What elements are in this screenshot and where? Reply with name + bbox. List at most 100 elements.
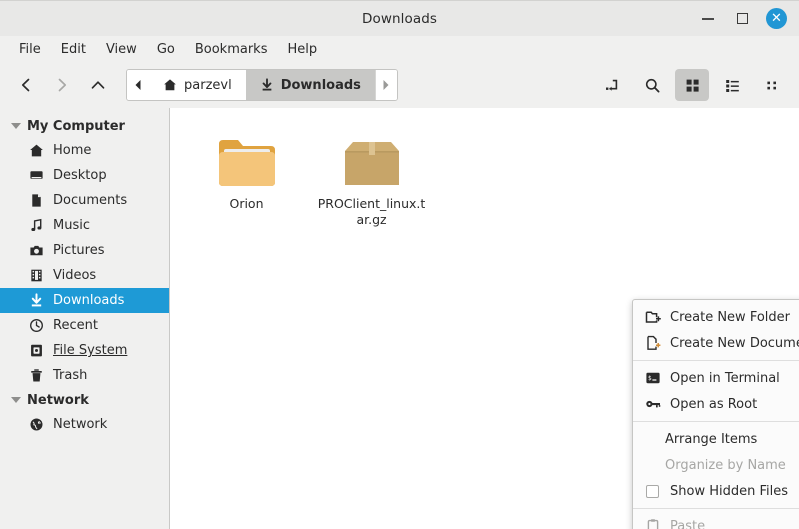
file-manager-window: Downloads ✕ File Edit View Go Bookmarks … xyxy=(0,0,799,529)
context-menu: Create New Folder Create New Document xyxy=(632,299,799,529)
menu-view[interactable]: View xyxy=(97,39,146,60)
menu-go[interactable]: Go xyxy=(148,39,184,60)
breadcrumb: parzevl Downloads xyxy=(126,69,398,101)
context-menu-label-open-in-terminal: Open in Terminal xyxy=(670,370,780,386)
new-document-icon xyxy=(644,335,661,352)
compact-view-button[interactable] xyxy=(755,69,789,101)
icon-grid: Orion PROClient_linux.tar.gz xyxy=(184,122,799,235)
sidebar-item-file-system[interactable]: File System xyxy=(0,338,169,363)
camera-icon xyxy=(28,243,44,259)
sidebar-item-documents[interactable]: Documents xyxy=(0,188,169,213)
menu-help[interactable]: Help xyxy=(278,39,326,60)
archive-box-icon xyxy=(340,126,404,190)
context-menu-item-open-as-root[interactable]: Open as Root xyxy=(633,391,799,417)
home-icon xyxy=(28,143,44,159)
chevron-down-icon xyxy=(11,397,21,403)
minimize-button[interactable] xyxy=(698,9,718,29)
context-menu-separator xyxy=(633,360,799,361)
search-button[interactable] xyxy=(635,69,669,101)
sidebar-group-my-computer[interactable]: My Computer xyxy=(0,114,169,138)
context-menu-separator xyxy=(633,421,799,422)
context-menu-item-show-hidden-files[interactable]: Show Hidden Files xyxy=(633,478,799,504)
context-menu-item-open-in-terminal[interactable]: $ Open in Terminal xyxy=(633,365,799,391)
sidebar-item-network[interactable]: Network xyxy=(0,412,169,437)
up-button[interactable] xyxy=(80,69,116,101)
download-icon xyxy=(262,78,272,91)
context-menu-item-create-new-document[interactable]: Create New Document xyxy=(633,330,799,356)
icon-view-button[interactable] xyxy=(675,69,709,101)
file-item-orion[interactable]: Orion xyxy=(184,122,309,235)
breadcrumb-scroll-left-button[interactable] xyxy=(127,70,149,100)
sidebar-item-music[interactable]: Music xyxy=(0,213,169,238)
title-bar: Downloads ✕ xyxy=(0,0,799,36)
back-button[interactable] xyxy=(8,69,44,101)
triangle-right-icon xyxy=(383,80,389,90)
breadcrumb-item-parzevl[interactable]: parzevl xyxy=(149,70,246,100)
list-view-icon xyxy=(725,79,739,92)
sidebar-item-label-pictures: Pictures xyxy=(53,243,105,258)
menu-file[interactable]: File xyxy=(10,39,50,60)
breadcrumb-item-downloads[interactable]: Downloads xyxy=(245,70,375,100)
forward-button[interactable] xyxy=(44,69,80,101)
sidebar-item-trash[interactable]: Trash xyxy=(0,363,169,388)
context-menu-label-show-hidden-files: Show Hidden Files xyxy=(670,483,788,499)
context-menu-item-arrange-items[interactable]: Arrange Items xyxy=(633,426,799,452)
context-menu-label-create-new-folder: Create New Folder xyxy=(670,309,790,325)
chevron-up-icon xyxy=(91,81,105,89)
breadcrumb-scroll-right-button[interactable] xyxy=(374,70,397,100)
sidebar-group-label-my-computer: My Computer xyxy=(27,118,125,134)
menu-bookmarks[interactable]: Bookmarks xyxy=(186,39,277,60)
sidebar-item-videos[interactable]: Videos xyxy=(0,263,169,288)
home-icon xyxy=(164,79,176,91)
drive-icon xyxy=(28,343,44,359)
sidebar-item-pictures[interactable]: Pictures xyxy=(0,238,169,263)
new-folder-icon xyxy=(644,309,661,326)
toggle-path-entry-button[interactable] xyxy=(595,69,629,101)
folder-icon xyxy=(215,126,279,190)
context-menu-label-organize-by-name: Organize by Name xyxy=(665,457,786,473)
chevron-down-icon xyxy=(11,123,21,129)
sidebar-item-label-recent: Recent xyxy=(53,318,98,333)
download-icon xyxy=(28,293,44,309)
key-icon xyxy=(644,396,661,413)
breadcrumb-label-parzevl: parzevl xyxy=(184,77,232,93)
sidebar-group-network[interactable]: Network xyxy=(0,388,169,412)
sidebar-item-label-documents: Documents xyxy=(53,193,128,208)
context-menu-item-paste: Paste xyxy=(633,513,799,529)
file-list-area[interactable]: Orion PROClient_linux.tar.gz Create New … xyxy=(170,108,799,529)
terminal-icon: $ xyxy=(644,370,661,387)
globe-icon xyxy=(28,417,44,433)
context-menu-separator xyxy=(633,508,799,509)
window-title: Downloads xyxy=(361,10,438,27)
file-label-proclient-archive: PROClient_linux.tar.gz xyxy=(317,196,426,227)
chevron-left-icon xyxy=(21,78,30,92)
context-menu-item-create-new-folder[interactable]: Create New Folder xyxy=(633,304,799,330)
close-button[interactable]: ✕ xyxy=(766,8,787,29)
sidebar-item-label-music: Music xyxy=(53,218,90,233)
minimize-icon xyxy=(702,17,714,20)
context-menu-label-paste: Paste xyxy=(670,518,706,529)
window-controls: ✕ xyxy=(698,8,799,29)
film-icon xyxy=(28,268,44,284)
maximize-button[interactable] xyxy=(732,9,752,29)
breadcrumb-label-downloads: Downloads xyxy=(280,77,361,93)
close-icon: ✕ xyxy=(771,11,782,26)
show-hidden-files-checkbox[interactable] xyxy=(646,484,659,498)
sidebar-item-home[interactable]: Home xyxy=(0,138,169,163)
grid-view-icon xyxy=(686,79,699,92)
sidebar-item-label-downloads: Downloads xyxy=(53,293,125,308)
sidebar-item-downloads[interactable]: Downloads xyxy=(0,288,169,313)
file-label-orion: Orion xyxy=(229,196,264,211)
sidebar-item-label-trash: Trash xyxy=(53,368,88,383)
file-item-proclient-archive[interactable]: PROClient_linux.tar.gz xyxy=(309,122,434,235)
sidebar-group-label-network: Network xyxy=(27,392,89,408)
list-view-button[interactable] xyxy=(715,69,749,101)
path-entry-icon xyxy=(605,79,617,91)
menu-edit[interactable]: Edit xyxy=(52,39,95,60)
checkbox-unchecked-icon[interactable] xyxy=(644,483,661,500)
toolbar: parzevl Downloads xyxy=(0,62,799,108)
sidebar-item-desktop[interactable]: Desktop xyxy=(0,163,169,188)
context-menu-label-create-new-document: Create New Document xyxy=(670,335,799,351)
context-menu-label-arrange-items: Arrange Items xyxy=(665,431,758,447)
sidebar-item-recent[interactable]: Recent xyxy=(0,313,169,338)
